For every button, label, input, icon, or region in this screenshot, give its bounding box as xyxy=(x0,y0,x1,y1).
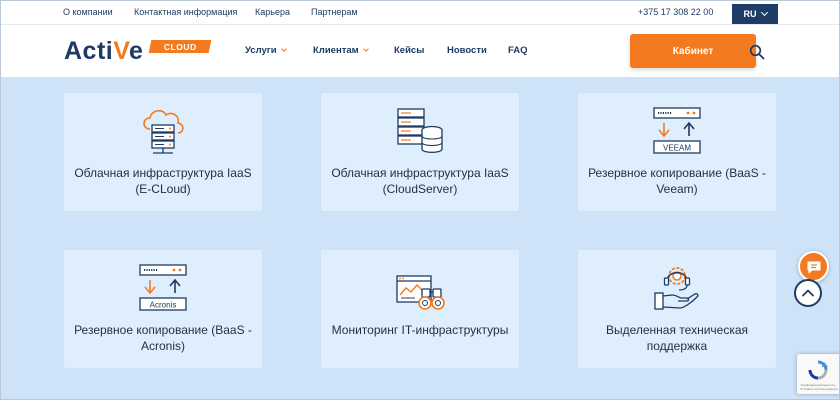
logo-accent-letter: V xyxy=(113,37,130,65)
nav-label: Клиентам xyxy=(313,45,359,56)
card-label: Облачная инфраструктура IaaS (E-CLoud) xyxy=(74,166,252,196)
logo-badge-text: CLOUD xyxy=(163,41,197,52)
card-label: Мониторинг IT-инфраструктуры xyxy=(331,323,509,337)
phone-number[interactable]: +375 17 308 22 00 xyxy=(638,7,713,17)
card-label: Выделенная техническая поддержка xyxy=(605,323,749,353)
chevron-up-icon xyxy=(802,289,814,297)
card-label: Резервное копирование (BaaS - Veeam) xyxy=(588,166,766,196)
nav-label: Услуги xyxy=(245,45,277,56)
server-database-icon xyxy=(397,108,443,154)
scroll-to-top-button[interactable] xyxy=(794,279,822,307)
recaptcha-text: Конфиденциальность - Условия использован… xyxy=(800,383,838,391)
cloud-server-icon xyxy=(143,109,184,154)
card-label: Резервное копирование (BaaS - Acronis) xyxy=(74,323,252,353)
nav-faq[interactable]: FAQ xyxy=(508,45,528,56)
service-card-acronis[interactable]: Acronis Резервное копирование (BaaS - Ac… xyxy=(64,250,262,368)
nav-label: FAQ xyxy=(508,45,528,56)
language-label: RU xyxy=(743,9,757,19)
recaptcha-badge[interactable]: Конфиденциальность - Условия использован… xyxy=(797,354,840,394)
top-link-careers[interactable]: Карьера xyxy=(255,7,290,17)
logo-badge: CLOUD xyxy=(148,40,212,53)
chevron-down-icon xyxy=(362,46,369,52)
main-header: ActiVe CLOUD Услуги Клиентам Кейсы Новос… xyxy=(1,25,839,77)
logo-word: ActiVe xyxy=(64,37,144,65)
nav-clients[interactable]: Клиентам xyxy=(313,45,369,56)
top-link-contacts[interactable]: Контактная информация xyxy=(134,7,237,17)
service-card-veeam[interactable]: VEEAM Резервное копирование (BaaS - Veea… xyxy=(578,93,776,211)
support-hand-gear-icon xyxy=(654,267,699,310)
veeam-backup-icon: VEEAM xyxy=(653,107,701,154)
service-card-cloudserver[interactable]: Облачная инфраструктура IaaS (CloudServe… xyxy=(321,93,519,211)
nav-label: Новости xyxy=(447,45,487,56)
logo[interactable]: ActiVe CLOUD xyxy=(64,37,214,67)
top-bar: О компании Контактная информация Карьера… xyxy=(1,1,839,25)
service-card-ecloud[interactable]: Облачная инфраструктура IaaS (E-CLoud) xyxy=(64,93,262,211)
nav-services[interactable]: Услуги xyxy=(245,45,287,56)
chat-icon xyxy=(807,261,820,273)
card-label: Облачная инфраструктура IaaS (CloudServe… xyxy=(331,166,509,196)
service-card-support[interactable]: Выделенная техническая поддержка xyxy=(578,250,776,368)
top-link-partners[interactable]: Партнерам xyxy=(311,7,358,17)
top-link-about[interactable]: О компании xyxy=(63,7,113,17)
recaptcha-icon xyxy=(808,360,828,380)
veeam-label: VEEAM xyxy=(663,144,691,153)
language-selector[interactable]: RU xyxy=(732,4,778,24)
search-icon[interactable] xyxy=(749,44,765,60)
chevron-down-icon xyxy=(280,46,287,52)
nav-cases[interactable]: Кейсы xyxy=(394,45,424,56)
monitoring-binoculars-icon xyxy=(396,275,445,310)
acronis-backup-icon: Acronis xyxy=(139,264,187,311)
nav-label: Кейсы xyxy=(394,45,425,56)
chevron-down-icon xyxy=(760,8,768,17)
nav-news[interactable]: Новости xyxy=(447,45,487,56)
chat-button[interactable] xyxy=(798,251,829,282)
logo-text: ActiVe xyxy=(64,37,143,66)
service-card-monitoring[interactable]: Мониторинг IT-инфраструктуры xyxy=(321,250,519,368)
cabinet-button[interactable]: Кабинет xyxy=(630,34,756,68)
acronis-label: Acronis xyxy=(150,301,177,310)
